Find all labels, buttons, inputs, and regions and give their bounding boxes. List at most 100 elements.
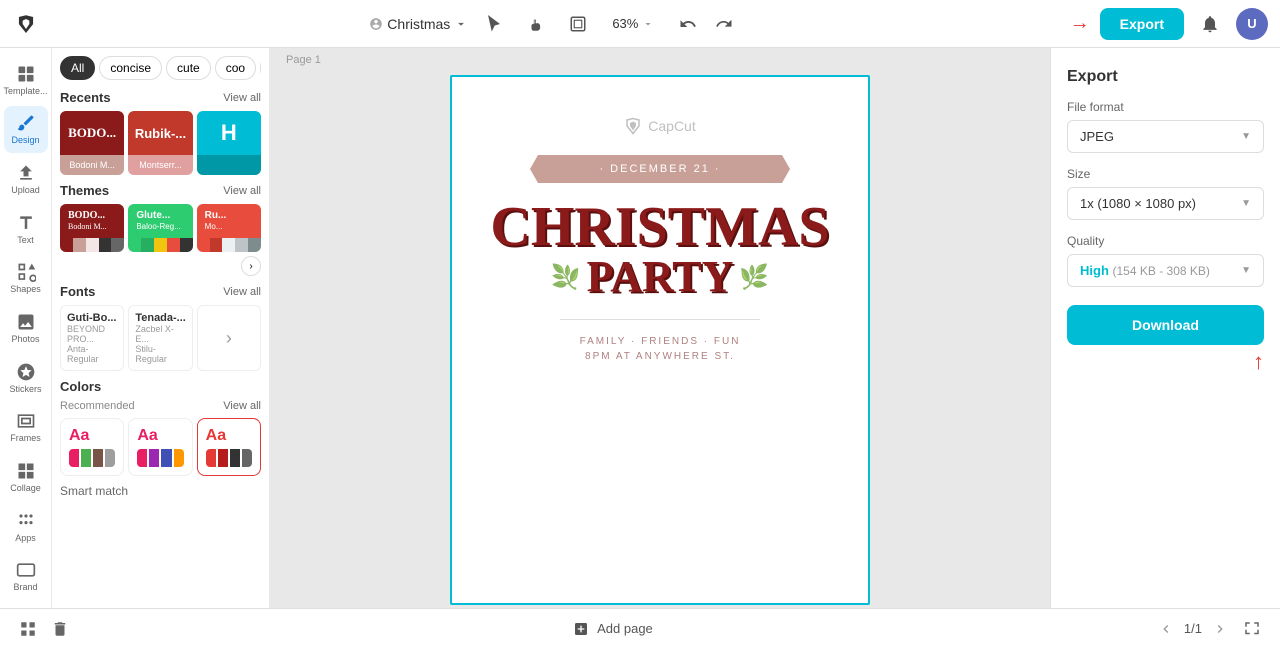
page-display: 1/1 [1184, 621, 1202, 636]
frame-tool-button[interactable] [562, 8, 594, 40]
add-page-button[interactable]: Add page [573, 621, 653, 637]
themes-view-all[interactable]: View all [223, 185, 261, 197]
export-panel-title: Export [1067, 68, 1264, 86]
bottom-left [16, 617, 72, 641]
fit-to-screen-button[interactable] [1240, 617, 1264, 641]
recents-header: Recents View all [60, 90, 261, 105]
filter-all[interactable]: All [60, 56, 95, 80]
ribbon-text: · DECEMBER 21 · [599, 163, 720, 175]
recent-item-2[interactable]: H [197, 111, 261, 175]
select-tool-button[interactable] [478, 8, 510, 40]
recent-item-1[interactable]: Rubik-... Montserr... [128, 111, 192, 175]
canvas-scroll[interactable]: CapCut · DECEMBER 21 · CHRISTMAS 🌿 PARTY… [270, 72, 1050, 608]
sidebar-item-photos[interactable]: Photos [4, 304, 48, 352]
sidebar-label-apps: Apps [15, 533, 36, 543]
filter-more-button[interactable]: ▼ [260, 56, 261, 80]
font-item-2[interactable]: › [197, 305, 261, 371]
quality-value: High (154 KB - 308 KB) [1080, 263, 1210, 278]
font-item-0[interactable]: Guti-Bo... BEYOND PRO... Anta-Regular [60, 305, 124, 371]
color-swatches-0 [69, 449, 115, 467]
themes-title: Themes [60, 183, 109, 198]
fonts-grid: Guti-Bo... BEYOND PRO... Anta-Regular Te… [60, 305, 261, 371]
theme-item-0[interactable]: BODO...Bodoni M... [60, 204, 124, 252]
file-format-arrow: ▼ [1241, 131, 1251, 142]
hand-tool-button[interactable] [520, 8, 552, 40]
sidebar-item-stickers[interactable]: Stickers [4, 354, 48, 402]
recents-grid: BODO... Bodoni M... Rubik-... Montserr..… [60, 111, 261, 175]
file-format-label: File format [1067, 100, 1264, 114]
sidebar-item-templates[interactable]: Template... [4, 56, 48, 104]
size-select[interactable]: 1x (1080 × 1080 px) ▼ [1067, 187, 1264, 220]
undo-redo-group [672, 8, 740, 40]
next-page-button[interactable] [1208, 617, 1232, 641]
undo-button[interactable] [672, 8, 704, 40]
prev-page-button[interactable] [1154, 617, 1178, 641]
user-avatar[interactable]: U [1236, 8, 1268, 40]
size-arrow: ▼ [1241, 198, 1251, 209]
quality-select[interactable]: High (154 KB - 308 KB) ▼ [1067, 254, 1264, 287]
sidebar-icons: Template... Design Upload Text Shapes Ph… [0, 48, 52, 608]
leaf-right: 🌿 [739, 263, 769, 292]
file-format-value: JPEG [1080, 129, 1114, 144]
recents-title: Recents [60, 90, 111, 105]
grid-view-button[interactable] [16, 617, 40, 641]
export-button[interactable]: Export [1100, 8, 1184, 40]
color-item-0[interactable]: Aa [60, 418, 124, 476]
fonts-view-all[interactable]: View all [223, 286, 261, 298]
recents-view-all[interactable]: View all [223, 92, 261, 104]
export-arrow-indicator: → [1070, 12, 1090, 35]
event-detail-1: FAMILY · FRIENDS · FUN [580, 336, 741, 347]
sidebar-item-collage[interactable]: Collage [4, 453, 48, 501]
font-sub2-1: Stilu-Regular [135, 344, 185, 364]
sidebar-item-frames[interactable]: Frames [4, 403, 48, 451]
quality-range: (154 KB - 308 KB) [1113, 264, 1210, 278]
topbar: Christmas 63% → Export [0, 0, 1280, 48]
sidebar-item-upload[interactable]: Upload [4, 155, 48, 203]
canvas-header: Page 1 [270, 48, 1050, 72]
fonts-header: Fonts View all [60, 284, 261, 299]
topbar-left [12, 10, 40, 38]
sidebar-item-design[interactable]: Design [4, 106, 48, 154]
themes-header: Themes View all [60, 183, 261, 198]
sidebar-item-apps[interactable]: Apps [4, 503, 48, 551]
quality-highlight: High [1080, 263, 1109, 278]
canvas-logo-text: CapCut [648, 118, 695, 134]
file-format-select[interactable]: JPEG ▼ [1067, 120, 1264, 153]
color-swatches-2 [206, 449, 252, 467]
filter-cute[interactable]: cute [166, 56, 211, 80]
project-name[interactable]: Christmas [369, 16, 468, 32]
sidebar-item-text[interactable]: Text [4, 205, 48, 253]
theme-item-1[interactable]: Glute...Baloo-Reg... [128, 204, 192, 252]
size-label: Size [1067, 167, 1264, 181]
theme-item-2[interactable]: Ru...Mo... [197, 204, 261, 252]
font-sub1-0: BEYOND PRO... [67, 324, 117, 344]
ribbon-banner: · DECEMBER 21 · [530, 155, 790, 183]
sidebar-label-photos: Photos [11, 334, 39, 344]
size-value: 1x (1080 × 1080 px) [1080, 196, 1196, 211]
colors-recommended-header: Recommended View all [60, 400, 261, 412]
font-item-1[interactable]: Tenada-... Zacbel X-E... Stilu-Regular [128, 305, 192, 371]
color-item-2[interactable]: Aa [197, 418, 261, 476]
sidebar-label-text: Text [17, 235, 34, 245]
canvas-area: Page 1 CapCut · DECEMBER 21 · CHRISTMAS [270, 48, 1050, 608]
party-title: PARTY [587, 255, 734, 299]
filter-coo[interactable]: coo [215, 56, 256, 80]
themes-next-button[interactable]: › [241, 256, 261, 276]
zoom-control[interactable]: 63% [604, 12, 662, 35]
download-button[interactable]: Download [1067, 305, 1264, 345]
fonts-title: Fonts [60, 284, 95, 299]
canvas-page: CapCut · DECEMBER 21 · CHRISTMAS 🌿 PARTY… [450, 75, 870, 605]
filter-concise[interactable]: concise [99, 56, 162, 80]
event-detail-2: 8PM AT ANYWHERE ST. [585, 351, 735, 362]
sidebar-item-shapes[interactable]: Shapes [4, 255, 48, 303]
colors-view-all[interactable]: View all [223, 400, 261, 412]
delete-page-button[interactable] [48, 617, 72, 641]
smart-match: Smart match [60, 484, 261, 498]
recent-item-0[interactable]: BODO... Bodoni M... [60, 111, 124, 175]
sidebar-item-brand[interactable]: Brand [4, 552, 48, 600]
themes-grid: BODO...Bodoni M... Glute...Baloo-Reg... [60, 204, 261, 252]
bell-button[interactable] [1194, 8, 1226, 40]
redo-button[interactable] [708, 8, 740, 40]
color-item-1[interactable]: Aa [128, 418, 192, 476]
divider-line [560, 319, 760, 320]
